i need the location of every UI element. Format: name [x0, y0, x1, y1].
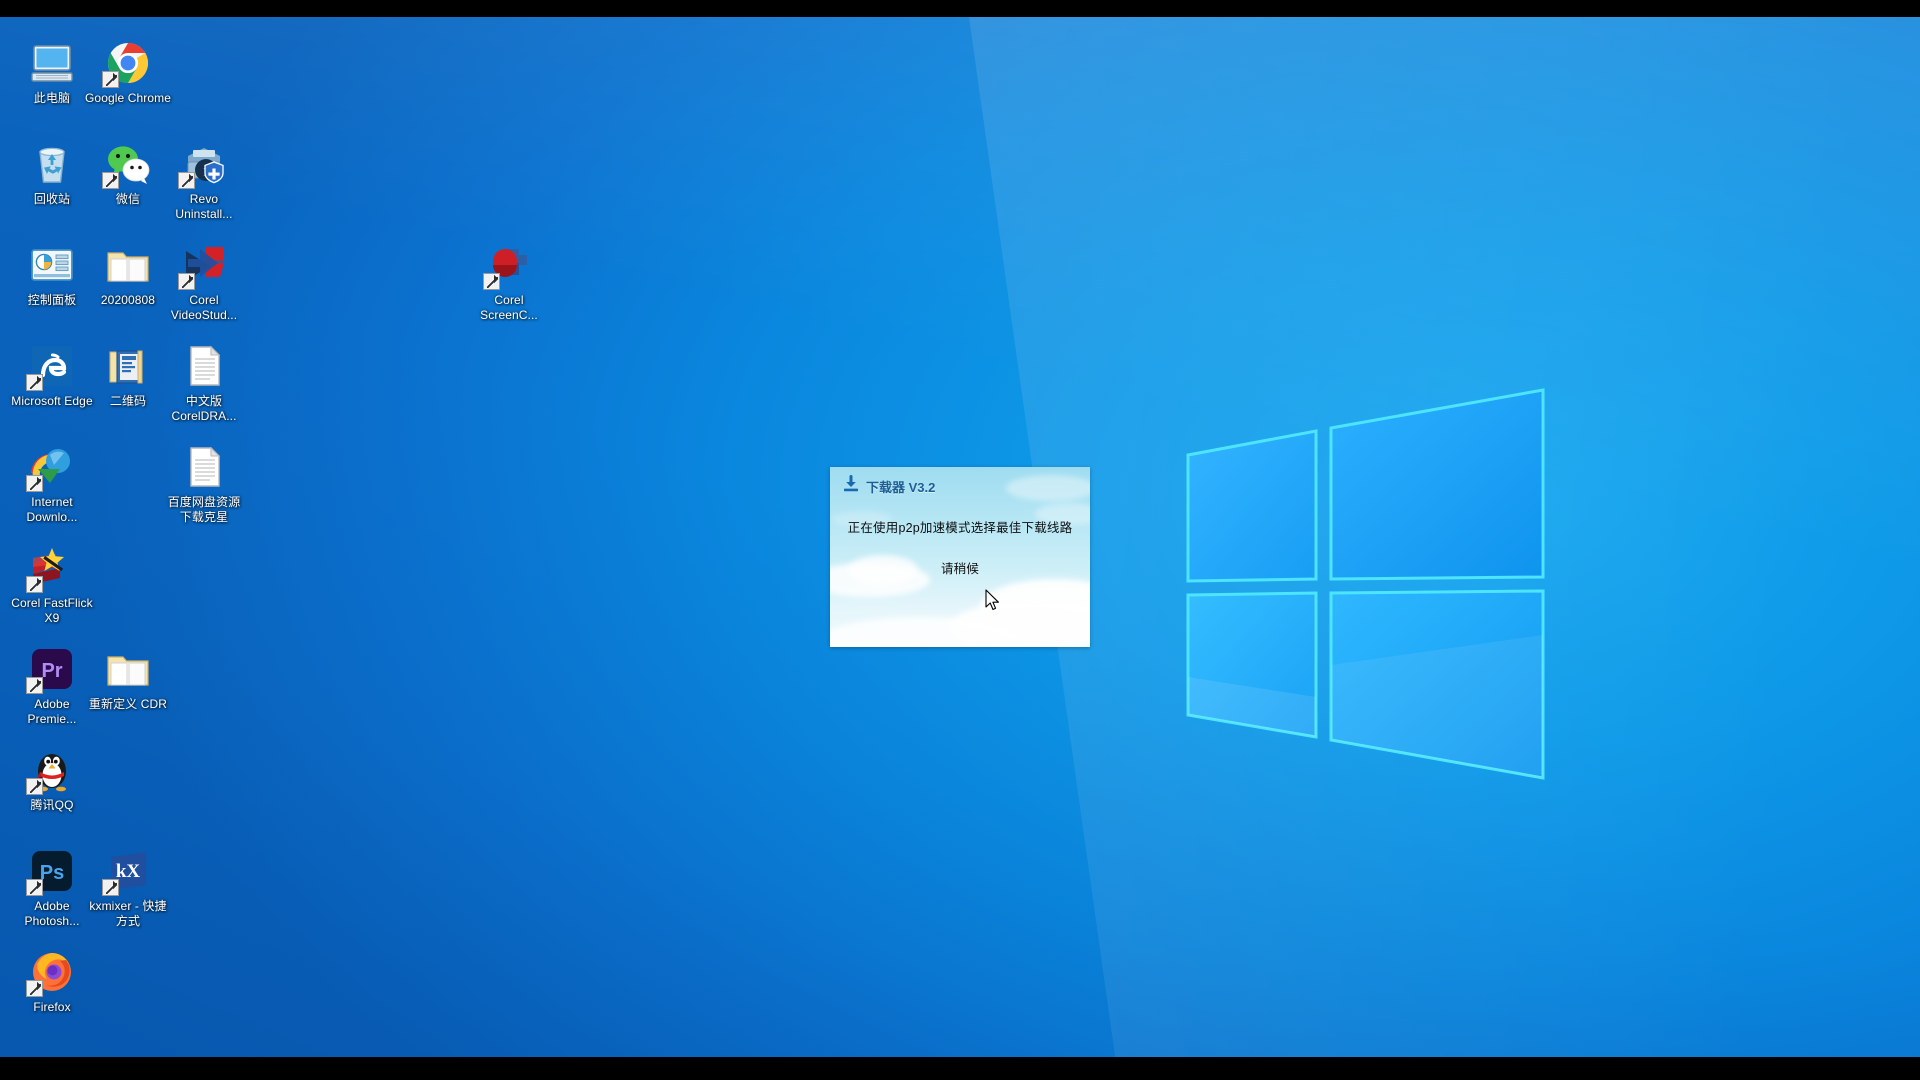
svg-text:Pr: Pr — [41, 660, 62, 682]
desktop-icon-label: Microsoft Edge — [11, 394, 93, 408]
desktop-icon-label: 回收站 — [33, 192, 71, 206]
qq-penguin-icon — [26, 746, 76, 795]
corel-videostudio-icon — [178, 241, 228, 290]
desktop-icon-label: 百度网盘资源 下载克星 — [167, 495, 241, 524]
desktop-icon-label: Adobe Photosh... — [24, 899, 80, 928]
control-panel-icon — [28, 241, 76, 289]
downloader-dialog[interactable]: 下载器 V3.2 正在使用p2p加速模式选择最佳下载线路 请稍候 — [830, 467, 1090, 647]
shortcut-arrow-icon — [26, 879, 43, 896]
dialog-title-text: 下载器 V3.2 — [866, 480, 936, 495]
desktop-icon-microsoft-edge[interactable]: Microsoft Edge — [9, 342, 95, 409]
shortcut-arrow-icon — [26, 778, 43, 795]
shortcut-arrow-icon — [102, 172, 119, 189]
shortcut-arrow-icon — [26, 576, 43, 593]
desktop-icon-corel-fastflick-x9[interactable]: Corel FastFlick X9 — [9, 544, 95, 625]
desktop-icon-label: Google Chrome — [85, 91, 172, 105]
shortcut-arrow-icon — [26, 374, 43, 391]
desktop-icon-adobe-premiere[interactable]: Pr Adobe Premie... — [9, 645, 95, 726]
idm-icon — [26, 443, 76, 492]
shortcut-arrow-icon — [178, 273, 195, 290]
desktop-icon-wechat[interactable]: 微信 — [85, 140, 171, 207]
desktop-icon-corel-screencap[interactable]: Corel ScreenC... — [466, 241, 552, 322]
corel-screencap-icon — [483, 241, 533, 290]
desktop-icon-qrcode-folder[interactable]: 二维码 — [85, 342, 171, 409]
wechat-icon — [102, 140, 152, 189]
letterbox-bottom-bar — [0, 1057, 1920, 1080]
desktop-icon-baidu-netdisk-doc[interactable]: 百度网盘资源 下载克星 — [161, 443, 247, 524]
letterbox-top-bar — [0, 0, 1920, 17]
svg-text:kX: kX — [116, 861, 141, 882]
desktop-icon-corel-videostudio[interactable]: Corel VideoStud... — [161, 241, 247, 322]
wallpaper-highlight-sweep — [968, 17, 1920, 1057]
shortcut-arrow-icon — [26, 475, 43, 492]
desktop-icon-redefine-cdr[interactable]: 重新定义 CDR — [85, 645, 171, 712]
desktop-icon-revo-uninstaller[interactable]: r Revo Uninstall... — [161, 140, 247, 221]
desktop-icon-label: 微信 — [115, 192, 141, 206]
desktop-icon-label: 二维码 — [109, 394, 147, 408]
desktop-icon-internet-download-manager[interactable]: Internet Downlo... — [9, 443, 95, 524]
desktop-icon-label: 腾讯QQ — [30, 798, 74, 812]
desktop-icon-label: 此电脑 — [33, 91, 71, 105]
dialog-message-area: 正在使用p2p加速模式选择最佳下载线路 请稍候 — [830, 517, 1090, 577]
desktop-icon-label: Corel ScreenC... — [480, 293, 538, 322]
download-icon — [842, 475, 860, 498]
desktop-icon-folder-20200808[interactable]: 20200808 — [85, 241, 171, 308]
dialog-message-line-1: 正在使用p2p加速模式选择最佳下载线路 — [847, 521, 1073, 535]
desktop-icon-label: 控制面板 — [27, 293, 77, 307]
shortcut-arrow-icon — [102, 879, 119, 896]
computer-icon — [28, 39, 76, 87]
desktop-icon-label: Internet Downlo... — [26, 495, 78, 524]
desktop-icon-coreldraw-doc[interactable]: 中文版 CorelDRA... — [161, 342, 247, 423]
desktop-icon-label: Corel VideoStud... — [170, 293, 238, 322]
desktop-icon-label: Corel FastFlick X9 — [11, 596, 93, 625]
desktop-icon-this-pc[interactable]: 此电脑 — [9, 39, 95, 106]
windows-logo-wallpaper-graphic — [1186, 388, 1546, 780]
corel-fastflick-icon — [26, 544, 76, 593]
desktop-icon-kxmixer[interactable]: kX kxmixer - 快捷方式 — [85, 847, 171, 928]
desktop-icon-label: 中文版 CorelDRA... — [171, 394, 237, 423]
folder-icon — [104, 645, 152, 693]
desktop-icon-control-panel[interactable]: 控制面板 — [9, 241, 95, 308]
recycle-bin-icon — [28, 140, 76, 188]
dialog-message-line-2: 请稍候 — [940, 562, 980, 576]
shortcut-arrow-icon — [26, 677, 43, 694]
desktop-icon-tencent-qq[interactable]: 腾讯QQ — [9, 746, 95, 813]
desktop-icon-label: Revo Uninstall... — [175, 192, 233, 221]
kxmixer-icon: kX — [102, 847, 152, 896]
revo-uninstaller-icon: r — [178, 140, 228, 189]
folder-icon — [104, 241, 152, 289]
firefox-icon — [26, 948, 76, 997]
desktop-icon-label: Firefox — [33, 1000, 71, 1014]
text-document-icon — [180, 342, 228, 390]
shortcut-arrow-icon — [178, 172, 195, 189]
svg-text:Ps: Ps — [40, 862, 64, 884]
desktop-icon-google-chrome[interactable]: Google Chrome — [85, 39, 171, 106]
desktop-icon-recycle-bin[interactable]: 回收站 — [9, 140, 95, 207]
edge-icon — [26, 342, 76, 391]
chrome-icon — [102, 39, 152, 88]
dialog-title-bar: 下载器 V3.2 — [842, 475, 935, 498]
shortcut-arrow-icon — [26, 980, 43, 997]
desktop-icon-label: 重新定义 CDR — [88, 697, 168, 711]
text-document-icon — [180, 443, 228, 491]
photoshop-icon: Ps — [26, 847, 76, 896]
desktop-icon-adobe-photoshop[interactable]: Ps Adobe Photosh... — [9, 847, 95, 928]
desktop-wallpaper[interactable]: 此电脑 Google Chrome 回收站 微信 Revo Uninstall.… — [0, 17, 1920, 1057]
shortcut-arrow-icon — [483, 273, 500, 290]
desktop-icon-label: Adobe Premie... — [27, 697, 77, 726]
premiere-icon: Pr — [26, 645, 76, 694]
screen: 此电脑 Google Chrome 回收站 微信 Revo Uninstall.… — [0, 0, 1920, 1080]
desktop-icon-firefox[interactable]: Firefox — [9, 948, 95, 1015]
desktop-icon-label: kxmixer - 快捷方式 — [89, 899, 167, 928]
shortcut-arrow-icon — [102, 71, 119, 88]
desktop-icon-label: 20200808 — [100, 293, 156, 307]
book-folder-icon — [104, 342, 152, 390]
